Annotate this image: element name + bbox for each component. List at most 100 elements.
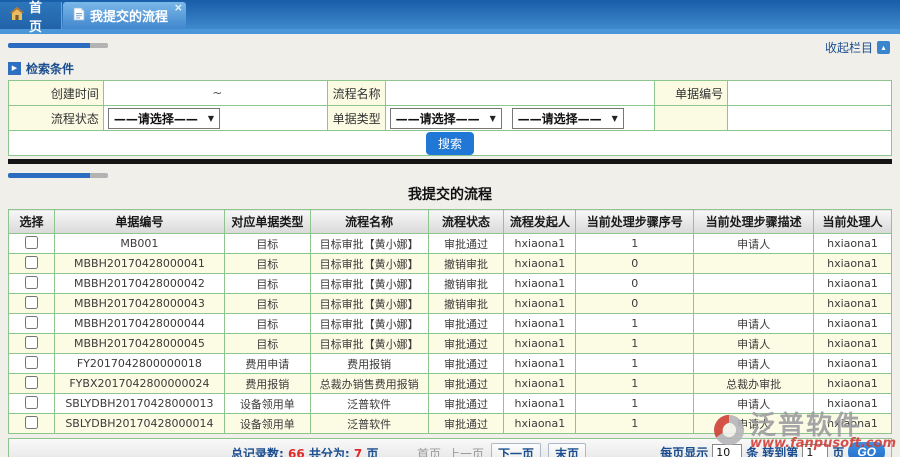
process-name-cell: 目标审批【黄小娜】 [310,234,428,254]
handler-cell: hxiaona1 [813,394,891,414]
process-name-cell: 总裁办销售费用报销 [310,374,428,394]
doc-no-link[interactable]: MBBH20170428000045 [54,334,224,354]
go-button[interactable]: GO [848,442,885,457]
collapse-panel-link[interactable]: 收起栏目 ▴ [825,39,890,56]
tab-home[interactable]: 首页 [0,2,62,29]
collapse-label: 收起栏目 [825,39,873,56]
column-header-1: 单据编号 [54,210,224,234]
status-cell: 撤销审批 [428,274,504,294]
process-table: 选择单据编号对应单据类型流程名称流程状态流程发起人当前处理步骤序号当前处理步骤描… [8,209,892,434]
divider-bar [8,159,892,164]
initiator-cell: hxiaona1 [504,374,576,394]
handler-cell: hxiaona1 [813,314,891,334]
total-count: 66 [288,447,305,457]
search-section-header[interactable]: ▶ 检索条件 [8,60,900,77]
doc-type-select-1[interactable]: ——请选择—— ▼ [390,108,502,129]
app-window: 首页 我提交的流程 × 收起栏目 ▴ ▶ 检索条件 创建时间 ~ [0,0,900,457]
doc-no-link[interactable]: SBLYDBH20170428000013 [54,394,224,414]
row-checkbox[interactable] [25,236,38,249]
doc-no-link[interactable]: FY2017042800000018 [54,354,224,374]
handler-cell: hxiaona1 [813,254,891,274]
process-status-select[interactable]: ——请选择—— ▼ [108,108,220,129]
search-button[interactable]: 搜索 [426,132,474,155]
search-section-title: 检索条件 [26,60,74,77]
column-header-0: 选择 [9,210,55,234]
row-checkbox[interactable] [25,376,38,389]
doc-no-link[interactable]: MBBH20170428000041 [54,254,224,274]
pagination-next[interactable]: 下一页 [491,443,541,457]
initiator-cell: hxiaona1 [504,354,576,374]
table-row: SBLYDBH20170428000013设备领用单泛普软件审批通过hxiaon… [9,394,892,414]
process-name-input[interactable] [385,81,655,106]
doc-no-link[interactable]: MBBH20170428000043 [54,294,224,314]
home-icon [10,7,24,24]
step-no-cell: 1 [576,314,694,334]
row-checkbox[interactable] [25,316,38,329]
row-checkbox[interactable] [25,296,38,309]
document-icon [73,7,85,25]
row-checkbox[interactable] [25,356,38,369]
step-desc-cell: 申请人 [694,234,814,254]
step-desc-cell: 申请人 [694,334,814,354]
status-cell: 审批通过 [428,414,504,434]
pagination-prev[interactable]: 上一页 [448,445,484,457]
range-separator: ~ [108,86,327,100]
process-name-cell: 目标审批【黄小娜】 [310,334,428,354]
horizontal-scrollbar[interactable] [8,173,900,178]
doc-type-cell: 目标 [224,314,310,334]
doc-type-select-2[interactable]: ——请选择—— ▼ [512,108,624,129]
row-checkbox[interactable] [25,396,38,409]
doc-type-label: 单据类型 [327,106,385,131]
goto-label: 转到第 [762,444,798,457]
pagination-first[interactable]: 首页 [417,445,441,457]
close-icon[interactable]: × [174,2,183,13]
step-desc-cell: 申请人 [694,414,814,434]
select-cell [9,394,55,414]
pagination-bar: 总记录数: 66 共分为: 7 页 首页 上一页 下一页 末页 每页显示 条 转… [8,438,892,457]
select-cell [9,294,55,314]
row-checkbox[interactable] [25,256,38,269]
tab-bar: 首页 我提交的流程 × [0,0,900,29]
select-cell [9,354,55,374]
initiator-cell: hxiaona1 [504,254,576,274]
chevron-down-icon: ▼ [612,114,618,123]
doc-no-link[interactable]: MB001 [54,234,224,254]
initiator-cell: hxiaona1 [504,334,576,354]
column-header-4: 流程状态 [428,210,504,234]
status-cell: 审批通过 [428,374,504,394]
doc-no-link[interactable]: FYBX2017042800000024 [54,374,224,394]
table-row: MBBH20170428000044目标目标审批【黄小娜】审批通过hxiaona… [9,314,892,334]
toolbar: 收起栏目 ▴ [0,34,900,58]
step-desc-cell [694,294,814,314]
tab-my-processes[interactable]: 我提交的流程 × [63,2,186,29]
horizontal-scrollbar[interactable] [8,43,108,48]
goto-page-input[interactable] [802,444,828,457]
doc-type-cell: 目标 [224,254,310,274]
column-header-6: 当前处理步骤序号 [576,210,694,234]
table-row: MBBH20170428000042目标目标审批【黄小娜】撤销审批hxiaona… [9,274,892,294]
row-checkbox[interactable] [25,416,38,429]
process-name-cell: 目标审批【黄小娜】 [310,254,428,274]
doc-no-input[interactable] [728,81,892,106]
row-checkbox[interactable] [25,276,38,289]
doc-no-link[interactable]: MBBH20170428000042 [54,274,224,294]
select-cell [9,254,55,274]
table-row: MBBH20170428000041目标目标审批【黄小娜】撤销审批hxiaona… [9,254,892,274]
row-checkbox[interactable] [25,336,38,349]
create-time-range-field[interactable]: ~ [103,81,327,106]
select-cell [9,334,55,354]
doc-no-link[interactable]: MBBH20170428000044 [54,314,224,334]
initiator-cell: hxiaona1 [504,314,576,334]
pagination-last[interactable]: 末页 [548,443,586,457]
step-no-cell: 1 [576,354,694,374]
process-name-cell: 泛普软件 [310,394,428,414]
doc-type-cell: 费用申请 [224,354,310,374]
step-desc-cell: 总裁办审批 [694,374,814,394]
step-desc-cell: 申请人 [694,354,814,374]
process-name-cell: 目标审批【黄小娜】 [310,294,428,314]
per-page-input[interactable] [712,444,742,457]
step-desc-cell: 申请人 [694,394,814,414]
chevron-down-icon: ▼ [208,114,214,123]
doc-no-link[interactable]: SBLYDBH20170428000014 [54,414,224,434]
table-row: MBBH20170428000043目标目标审批【黄小娜】撤销审批hxiaona… [9,294,892,314]
